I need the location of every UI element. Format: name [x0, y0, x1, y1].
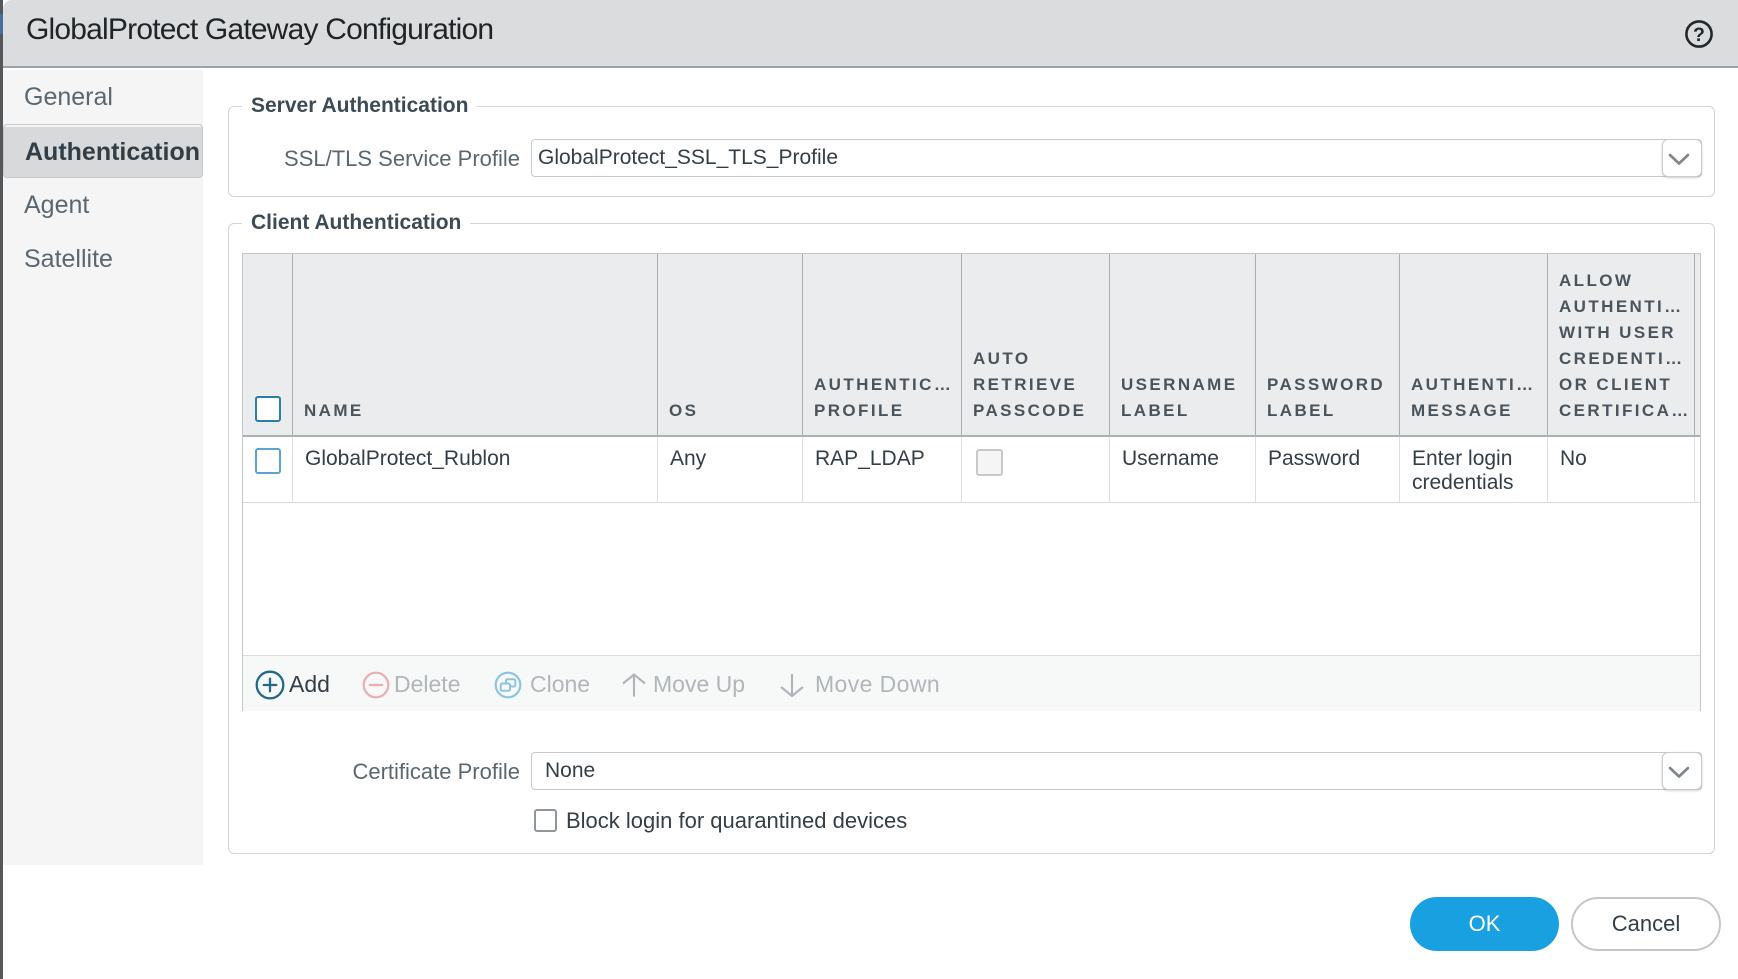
- svg-text:?: ?: [1693, 24, 1705, 46]
